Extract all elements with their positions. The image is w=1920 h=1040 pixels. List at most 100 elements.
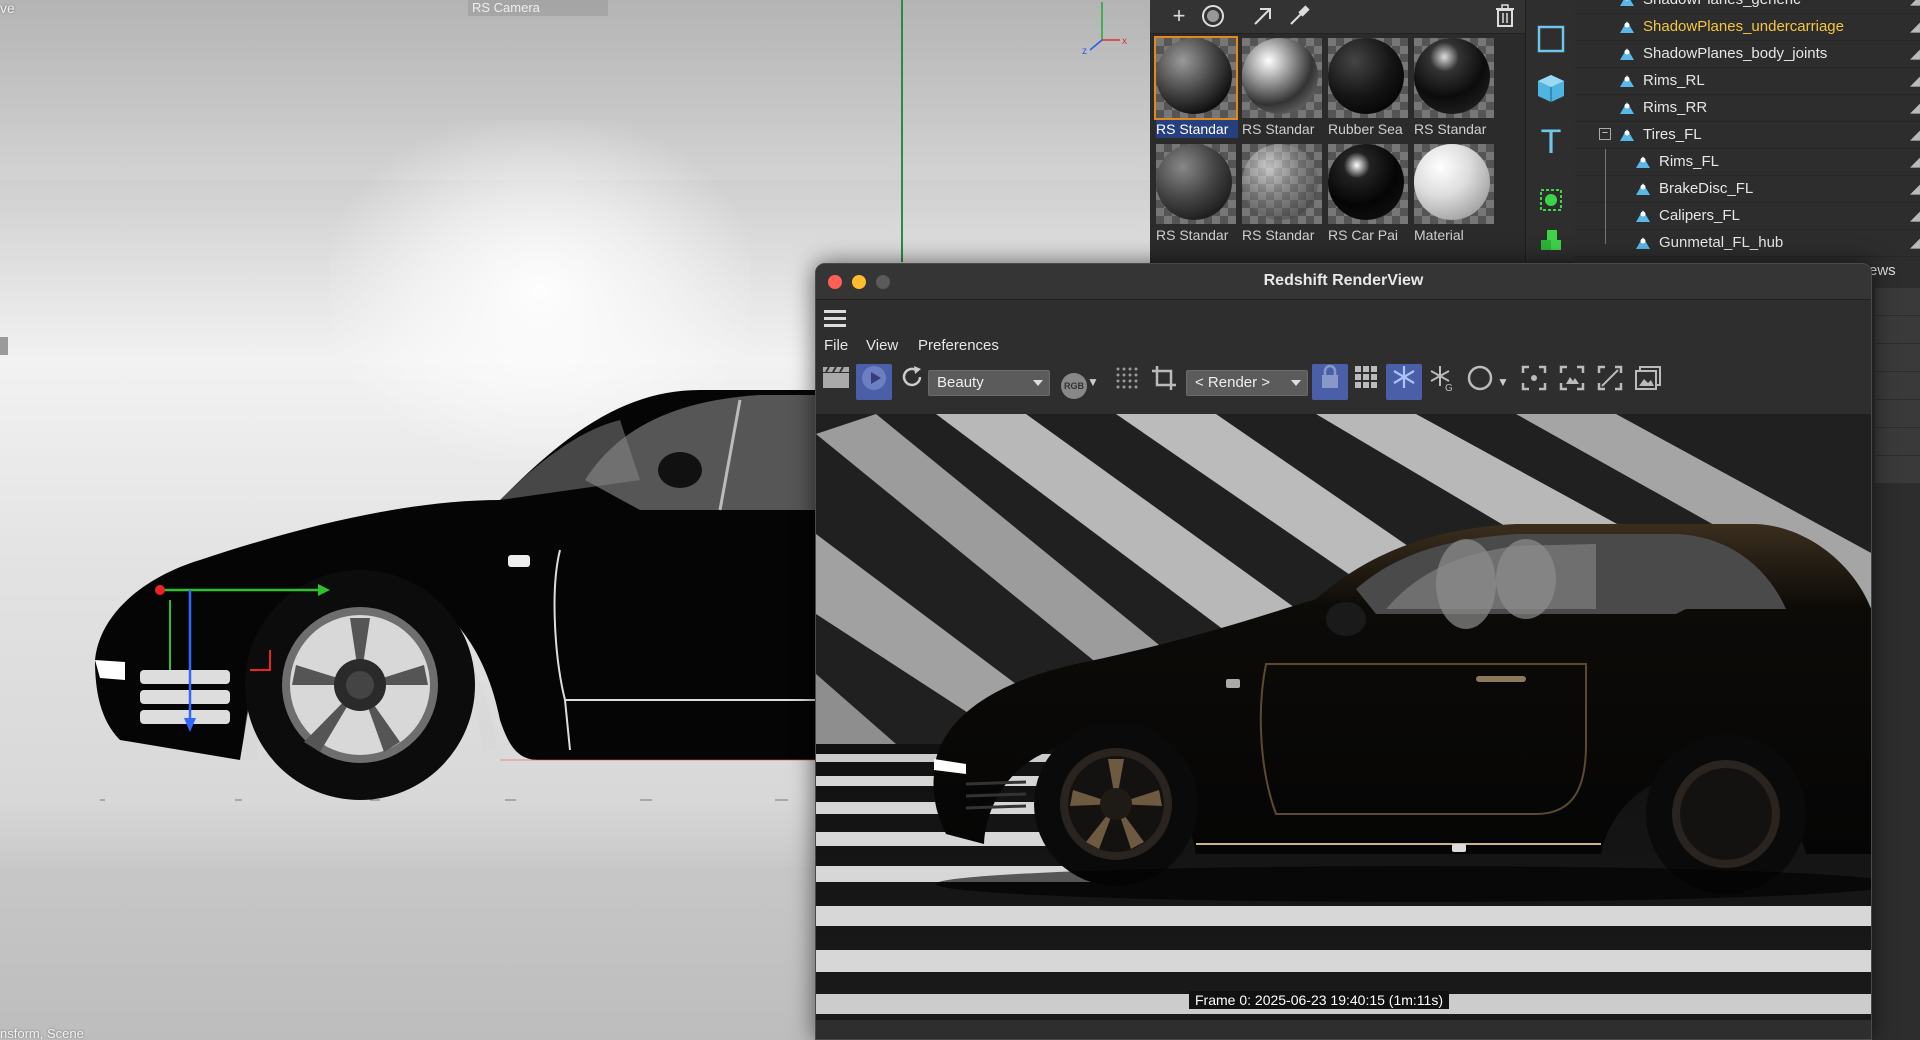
visibility-toggle[interactable]: ◢	[1910, 46, 1920, 62]
circle-shape-icon[interactable]	[1462, 364, 1498, 400]
object-row[interactable]: Gunmetal_FL_hub ◢	[1575, 230, 1920, 257]
chevron-down-icon	[1033, 380, 1043, 386]
menu-view[interactable]: View	[866, 337, 898, 354]
material-label: Material	[1414, 227, 1464, 243]
object-row[interactable]: ShadowPlanes_generic ◢	[1575, 0, 1920, 14]
null-object-icon	[1620, 129, 1634, 141]
visibility-toggle[interactable]: ◢	[1910, 235, 1920, 251]
focus-picker-icon[interactable]	[1516, 364, 1552, 400]
fit-view-icon[interactable]	[1554, 364, 1590, 400]
visibility-toggle[interactable]: ◢	[1910, 181, 1920, 197]
freeze-geometry-icon[interactable]: G	[1424, 364, 1460, 400]
object-row[interactable]: ShadowPlanes_undercarriage ◢	[1575, 14, 1920, 41]
material-swatch[interactable]: RS Car Pai	[1326, 142, 1410, 246]
material-label: RS Standar	[1156, 227, 1229, 243]
visibility-toggle[interactable]: ◢	[1910, 19, 1920, 35]
tree-line	[1605, 149, 1606, 176]
menu-preferences[interactable]: Preferences	[918, 337, 999, 354]
material-swatch[interactable]: RS Standar	[1154, 142, 1238, 246]
object-row[interactable]: Rims_RR ◢	[1575, 95, 1920, 122]
material-swatch[interactable]: RS Standar	[1240, 36, 1324, 140]
material-swatch[interactable]: RS Standar	[1240, 142, 1324, 246]
collapse-toggle[interactable]: −	[1599, 128, 1611, 140]
render-output-image[interactable]	[816, 414, 1871, 1020]
object-row-strip[interactable]	[1875, 428, 1920, 455]
bucket-grid-icon[interactable]	[1348, 364, 1384, 400]
object-row-strip[interactable]	[1875, 400, 1920, 427]
renderview-titlebar[interactable]: Redshift RenderView	[816, 264, 1871, 300]
object-row[interactable]: BrakeDisc_FL ◢	[1575, 176, 1920, 203]
visibility-toggle[interactable]: ◢	[1910, 0, 1920, 8]
object-row-strip[interactable]	[1875, 288, 1920, 315]
visibility-toggle[interactable]: ◢	[1910, 127, 1920, 143]
renderview-toolbar: Beauty RGB ▼ < Render > G ▼	[816, 360, 1871, 404]
material-swatch[interactable]: Rubber Sea	[1326, 36, 1410, 140]
object-row-strip[interactable]	[1875, 372, 1920, 399]
rendered-car-image	[816, 414, 1871, 1020]
material-sphere	[1414, 144, 1490, 220]
material-swatch[interactable]: Material	[1412, 142, 1496, 246]
arrow-icon[interactable]	[1248, 3, 1278, 29]
camera-label: RS Camera	[472, 0, 540, 15]
hamburger-menu-icon[interactable]	[824, 310, 846, 328]
start-render-button[interactable]	[856, 364, 892, 400]
material-sphere	[1328, 38, 1404, 114]
viewport-edge-handle[interactable]	[0, 337, 8, 355]
null-object-icon	[1620, 48, 1634, 60]
mograph-cloner-icon[interactable]	[1531, 226, 1571, 266]
camera-badge[interactable]: RS Camera	[468, 0, 608, 16]
object-row[interactable]: Rims_FL ◢	[1575, 149, 1920, 176]
eyedropper-icon[interactable]	[1284, 3, 1314, 29]
render-status-bar: Frame 0: 2025-06-23 19:40:15 (1m:11s)	[1189, 991, 1449, 1009]
object-row[interactable]: ShadowPlanes_body_joints ◢	[1575, 41, 1920, 68]
visibility-toggle[interactable]: ◢	[1910, 208, 1920, 224]
cube-icon[interactable]	[1531, 72, 1571, 112]
lock-icon[interactable]	[1312, 364, 1348, 400]
material-manager: + RS Standar RS Standar Rubber Sea RS St…	[1150, 0, 1525, 262]
null-object-icon	[1636, 183, 1650, 195]
render-target-dropdown[interactable]: < Render >	[1186, 370, 1308, 396]
object-row[interactable]: Calipers_FL ◢	[1575, 203, 1920, 230]
compare-icon[interactable]	[1592, 364, 1628, 400]
visibility-toggle[interactable]: ◢	[1910, 100, 1920, 116]
guide-line	[901, 0, 903, 262]
object-row-strip[interactable]	[1875, 316, 1920, 343]
object-tools-palette: T	[1525, 0, 1575, 262]
snapshots-icon[interactable]	[1630, 364, 1666, 400]
trash-icon[interactable]	[1490, 3, 1520, 29]
axis-gizmo-icon: x z	[1082, 2, 1127, 57]
object-label: Calipers_FL	[1659, 207, 1740, 224]
object-row[interactable]: − Tires_FL ◢	[1575, 122, 1920, 149]
partial-label: ews	[1869, 262, 1896, 279]
visibility-toggle[interactable]: ◢	[1910, 154, 1920, 170]
object-row-strip[interactable]	[1875, 456, 1920, 483]
svg-text:G: G	[1445, 383, 1453, 392]
object-row-strip[interactable]	[1875, 344, 1920, 371]
material-sphere	[1156, 38, 1232, 114]
add-icon[interactable]: +	[1164, 3, 1194, 29]
object-label: BrakeDisc_FL	[1659, 180, 1754, 197]
dither-grid-icon[interactable]	[1108, 364, 1144, 400]
material-toolbar: +	[1150, 0, 1525, 34]
emitter-icon[interactable]	[1531, 184, 1571, 224]
crop-icon[interactable]	[1146, 364, 1182, 400]
material-swatch[interactable]: RS Standar	[1154, 36, 1238, 140]
freeze-icon[interactable]	[1386, 364, 1422, 400]
material-swatch[interactable]: RS Standar	[1412, 36, 1496, 140]
text-icon[interactable]: T	[1531, 122, 1571, 162]
visibility-toggle[interactable]: ◢	[1910, 73, 1920, 89]
aov-dropdown-value: Beauty	[937, 374, 984, 391]
plane-icon[interactable]	[1531, 24, 1571, 64]
viewport-footer-label: nsform, Scene	[0, 1026, 84, 1040]
material-sphere-icon[interactable]	[1198, 3, 1228, 29]
menu-file[interactable]: File	[824, 337, 848, 354]
material-label: RS Car Pai	[1328, 227, 1399, 243]
clapperboard-icon[interactable]	[818, 364, 854, 400]
refresh-icon[interactable]	[894, 364, 930, 400]
null-object-icon	[1636, 210, 1650, 222]
aov-dropdown[interactable]: Beauty	[928, 370, 1050, 396]
material-sphere	[1414, 38, 1490, 114]
chevron-down-icon[interactable]: ▼	[1084, 364, 1102, 400]
chevron-down-icon[interactable]: ▼	[1494, 364, 1512, 400]
object-row[interactable]: Rims_RL ◢	[1575, 68, 1920, 95]
